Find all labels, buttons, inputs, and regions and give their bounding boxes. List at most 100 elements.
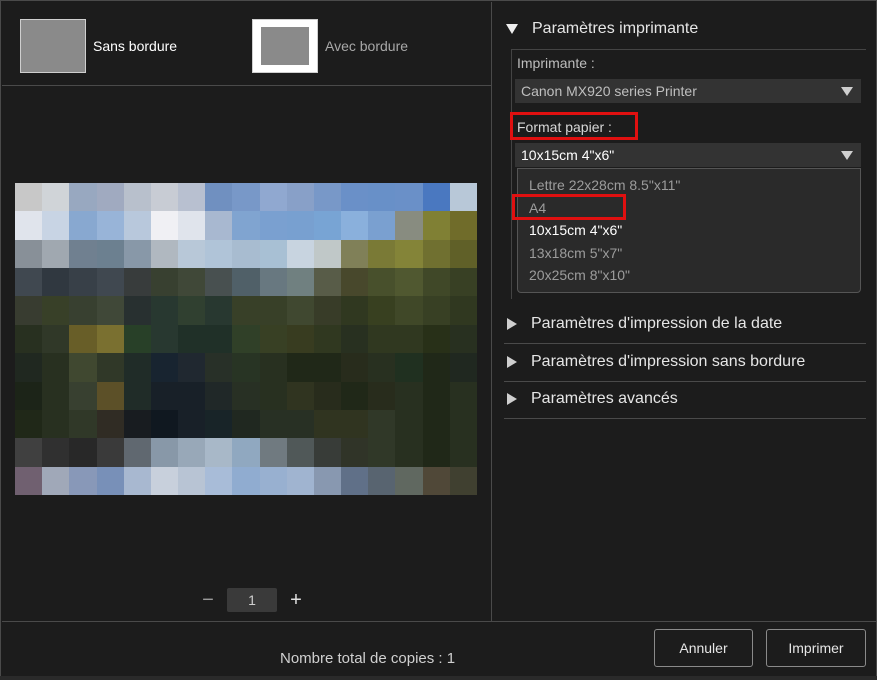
preview-pixel xyxy=(449,296,477,325)
preview-pixel xyxy=(42,438,70,467)
date-print-settings-title: Paramètres d'impression de la date xyxy=(531,315,783,332)
preview-pixel xyxy=(341,466,369,495)
preview-pixel xyxy=(150,211,179,240)
preview-pixel xyxy=(368,296,396,325)
borderless-thumbnail[interactable] xyxy=(20,19,86,73)
preview-pixel xyxy=(123,239,151,269)
preview-pixel xyxy=(368,353,396,382)
preview-pixel xyxy=(178,183,206,212)
preview-pixel xyxy=(69,381,97,410)
print-button[interactable]: Imprimer xyxy=(766,629,866,667)
preview-pixel xyxy=(96,409,124,439)
chevron-down-icon xyxy=(841,87,853,96)
preview-pixel xyxy=(42,466,70,495)
preview-pixel xyxy=(205,211,233,240)
preview-pixel xyxy=(232,353,260,382)
preview-pixel xyxy=(368,381,396,410)
preview-pixel xyxy=(150,466,179,495)
background-window-strip xyxy=(0,676,877,680)
preview-pixel xyxy=(259,353,287,382)
bordered-label: Avec bordure xyxy=(325,38,409,54)
preview-pixel xyxy=(422,438,450,467)
printer-select[interactable]: Canon MX920 series Printer xyxy=(515,79,861,103)
collapsed-triangle-icon xyxy=(507,393,517,405)
preview-pixel xyxy=(286,268,314,297)
paper-option-letter[interactable]: Lettre 22x28cm 8.5"x11" xyxy=(518,174,860,197)
preview-pixel xyxy=(150,381,179,410)
paper-size-select[interactable]: 10x15cm 4"x6" xyxy=(515,143,861,167)
preview-pixel xyxy=(395,296,423,325)
preview-pixel xyxy=(286,409,314,439)
preview-pixel xyxy=(313,268,342,297)
date-print-settings-header[interactable]: Paramètres d'impression de la date xyxy=(504,306,866,342)
preview-pixel xyxy=(395,268,423,297)
preview-pixel xyxy=(15,296,43,325)
preview-pixel xyxy=(341,353,369,382)
paper-option-10x15[interactable]: 10x15cm 4"x6" xyxy=(518,219,860,242)
preview-pixel xyxy=(368,438,396,467)
preview-pixel xyxy=(69,409,97,439)
bordered-thumbnail[interactable] xyxy=(252,19,318,73)
preview-pixel xyxy=(150,409,179,439)
preview-pixel xyxy=(15,268,43,297)
preview-pixel xyxy=(422,381,450,410)
preview-pixel xyxy=(341,183,369,212)
copies-input[interactable]: 1 xyxy=(227,588,277,612)
preview-pixel xyxy=(286,353,314,382)
preview-pixel xyxy=(69,268,97,297)
paper-option-13x18[interactable]: 13x18cm 5"x7" xyxy=(518,242,860,265)
preview-pixel xyxy=(368,324,396,354)
preview-pixel xyxy=(178,353,206,382)
preview-pixel xyxy=(205,183,233,212)
printer-settings-header[interactable]: Paramètres imprimante xyxy=(504,11,866,47)
preview-pixel xyxy=(15,438,43,467)
preview-pixel xyxy=(232,211,260,240)
preview-pixel xyxy=(259,268,287,297)
preview-pixel xyxy=(422,409,450,439)
preview-pixel xyxy=(368,409,396,439)
preview-pixel xyxy=(341,239,369,269)
preview-pixel xyxy=(259,239,287,269)
paper-option-a4[interactable]: A4 xyxy=(518,197,860,220)
preview-pixel xyxy=(395,438,423,467)
preview-pixel xyxy=(205,296,233,325)
preview-pixel xyxy=(422,296,450,325)
divider xyxy=(504,418,866,419)
preview-pixel xyxy=(123,438,151,467)
preview-pixel xyxy=(178,324,206,354)
borderless-print-settings-header[interactable]: Paramètres d'impression sans bordure xyxy=(504,344,866,380)
preview-pixel xyxy=(42,381,70,410)
preview-pixel xyxy=(15,353,43,382)
paper-option-20x25[interactable]: 20x25cm 8"x10" xyxy=(518,264,860,287)
preview-pixel xyxy=(150,239,179,269)
preview-pixel xyxy=(313,409,342,439)
preview-pixel xyxy=(69,239,97,269)
preview-pixel xyxy=(313,324,342,354)
total-copies-text: Nombre total de copies : 1 xyxy=(280,650,456,667)
preview-pixel xyxy=(42,296,70,325)
advanced-settings-header[interactable]: Paramètres avancés xyxy=(504,381,866,417)
preview-pixel xyxy=(123,381,151,410)
preview-pixel xyxy=(15,183,43,212)
increase-copies-button[interactable]: + xyxy=(286,589,306,612)
preview-pixel xyxy=(232,324,260,354)
preview-pixel xyxy=(368,268,396,297)
preview-pixel xyxy=(150,183,179,212)
preview-pixel xyxy=(123,211,151,240)
preview-pixel xyxy=(286,211,314,240)
paper-size-label: Format papier : xyxy=(517,119,612,135)
preview-pixel xyxy=(42,353,70,382)
preview-pixel xyxy=(449,353,477,382)
layout-selector: Sans bordure Avec bordure xyxy=(2,2,491,86)
preview-pixel xyxy=(313,438,342,467)
cancel-button[interactable]: Annuler xyxy=(654,629,753,667)
preview-pixel xyxy=(15,409,43,439)
decrease-copies-button[interactable]: − xyxy=(198,589,218,612)
borderless-option[interactable]: Sans bordure xyxy=(20,18,177,74)
preview-pixel xyxy=(368,183,396,212)
preview-pixel xyxy=(313,296,342,325)
preview-pixel xyxy=(123,466,151,495)
preview-pixel xyxy=(259,211,287,240)
bordered-option[interactable]: Avec bordure xyxy=(252,18,408,74)
preview-pixel xyxy=(422,353,450,382)
